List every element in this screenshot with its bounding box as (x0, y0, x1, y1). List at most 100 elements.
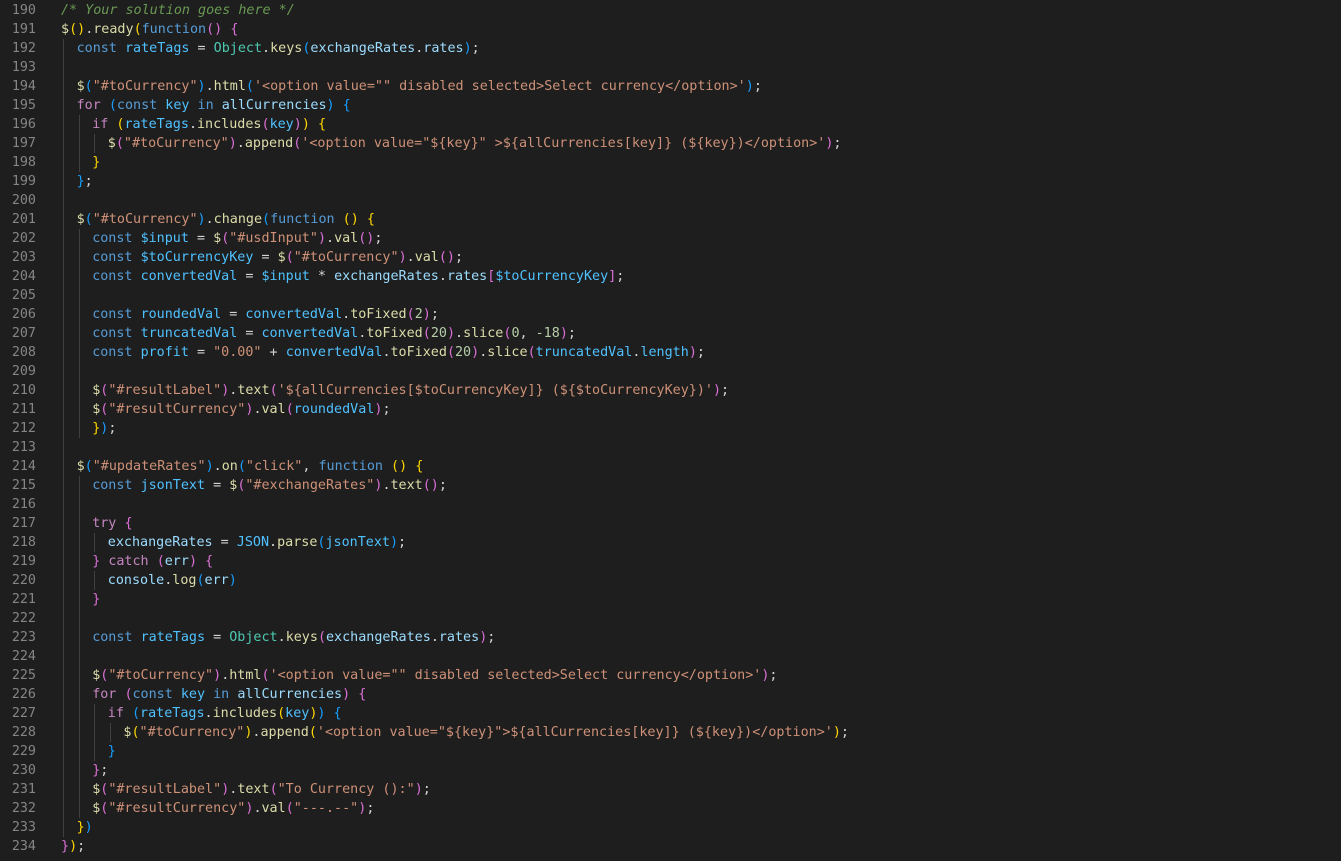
line-code: } catch (err) { (92, 552, 1341, 571)
indent-guide (78, 723, 80, 742)
line-code: const truncatedVal = convertedVal. toFixe… (92, 324, 1341, 343)
code-token: ) (228, 573, 237, 588)
code-token: ( (269, 383, 278, 398)
code-line[interactable]: 226 for (const key in allCurrencies) { (0, 685, 1341, 704)
code-line[interactable]: 211 $("#resultCurrency").val(roundedVal); (0, 400, 1341, 419)
code-line[interactable]: 203 const $toCurrencyKey = $("#toCurrency… (0, 248, 1341, 267)
indent-guide (78, 267, 80, 286)
code-token: allCurrencies (221, 98, 327, 113)
line-code: }); (92, 419, 1341, 438)
code-token: ( (133, 22, 142, 37)
code-token: ) (188, 554, 197, 569)
code-line[interactable]: 199}; (0, 172, 1341, 191)
code-line[interactable]: 222 (0, 609, 1341, 628)
code-token: ( (262, 212, 271, 227)
code-token: ) (205, 459, 214, 474)
line-code: $("#resultCurrency").val(roundedVal); (92, 400, 1341, 419)
code-token: . (205, 212, 214, 227)
code-line[interactable]: 233}) (0, 818, 1341, 837)
code-line[interactable]: 210 $("#resultLabel").text('${allCurrenci… (0, 381, 1341, 400)
code-line[interactable]: 191 $().ready(function() { (0, 20, 1341, 39)
code-line[interactable]: 220 console.log(err) (0, 571, 1341, 590)
code-line[interactable]: 215 const jsonText = $("#exchangeRates").… (0, 476, 1341, 495)
code-line[interactable]: 200 (0, 191, 1341, 210)
code-token: -18 (535, 326, 560, 341)
code-token: exchangeRates (310, 41, 416, 56)
indent-guide (94, 742, 96, 761)
code-line[interactable]: 204 const convertedVal = $input * exchang… (0, 267, 1341, 286)
code-line[interactable]: 219} catch (err) { (0, 552, 1341, 571)
code-line[interactable]: 190 /* Your solution goes here */ (0, 1, 1341, 20)
code-line[interactable]: 216 (0, 495, 1341, 514)
code-line[interactable]: 205 (0, 286, 1341, 305)
code-token: . (253, 402, 262, 417)
code-line[interactable]: 195 for (const key in allCurrencies) { (0, 96, 1341, 115)
code-line[interactable]: 218 exchangeRates = JSON.parse(jsonText); (0, 533, 1341, 552)
code-token: '${allCurrencies[$toCurrencyKey]} (${$to… (277, 383, 713, 398)
line-code: if (rateTags.includes(key)) { (108, 704, 1341, 723)
code-token: key (180, 687, 206, 702)
line-number: 231 (11, 782, 36, 797)
code-token: ( (131, 706, 141, 721)
code-token: $toCurrencyKey (140, 250, 254, 265)
code-line[interactable]: 212}); (0, 419, 1341, 438)
indent-guide (94, 571, 96, 590)
code-token: ( (269, 782, 278, 797)
code-line[interactable]: 217 try { (0, 514, 1341, 533)
line-code: console.log(err) (108, 571, 1341, 590)
code-line[interactable]: 209 (0, 362, 1341, 381)
code-token: = (205, 478, 230, 493)
code-line[interactable]: 192 const rateTags = Object.keys(exchange… (0, 39, 1341, 58)
code-line[interactable]: 197 $("#toCurrency").append('<option valu… (0, 134, 1341, 153)
code-line[interactable]: 201 $("#toCurrency").change(function () { (0, 210, 1341, 229)
code-token: roundedVal (140, 307, 222, 322)
code-token: } (61, 839, 70, 854)
code-line[interactable]: 208 const profit = "0.00" + convertedVal.… (0, 343, 1341, 362)
code-line[interactable]: 225 $("#toCurrency").html('<option value=… (0, 666, 1341, 685)
code-token: profit (140, 345, 189, 360)
line-code: $("#resultLabel").text('${allCurrencies[… (92, 381, 1341, 400)
code-line[interactable]: 232 $("#resultCurrency").val("---.--"); (0, 799, 1341, 818)
indent-guide (63, 229, 64, 248)
code-token: ; (108, 421, 117, 436)
code-token: ( (422, 326, 431, 341)
code-line[interactable]: 228 $("#toCurrency").append('<option valu… (0, 723, 1341, 742)
code-token: exchangeRates (326, 630, 431, 645)
code-token: function (270, 212, 335, 227)
code-line[interactable]: 202 const $input = $("#usdInput").val(); (0, 229, 1341, 248)
code-line[interactable]: 207 const truncatedVal = convertedVal. toF… (0, 324, 1341, 343)
code-line[interactable]: 224 (0, 647, 1341, 666)
line-number: 224 (11, 649, 36, 664)
indent-guide (63, 362, 64, 381)
code-line[interactable]: 230}; (0, 761, 1341, 780)
code-line[interactable]: 193 (0, 58, 1341, 77)
code-line[interactable]: 206 const roundedVal = convertedVal.toFix… (0, 305, 1341, 324)
line-number: 206 (11, 307, 36, 322)
code-line[interactable]: 223 const rateTags = Object.keys(exchange… (0, 628, 1341, 647)
code-line[interactable]: 196 if (rateTags.includes(key)) { (0, 115, 1341, 134)
code-line[interactable]: 227 if (rateTags.includes(key)) { (0, 704, 1341, 723)
code-token: { (333, 706, 342, 721)
code-editor[interactable]: 190/* Your solution goes here */191 $().r… (0, 0, 1341, 861)
code-token: ) (832, 725, 841, 740)
code-line[interactable]: 231 $("#resultLabel").text("To Currency (… (0, 780, 1341, 799)
indent-guide (63, 761, 64, 780)
code-line[interactable]: 213 (0, 438, 1341, 457)
code-line[interactable]: 229} (0, 742, 1341, 761)
code-token: truncatedVal (535, 345, 633, 360)
code-line[interactable]: 214 $("#updateRates").on("click", functio… (0, 457, 1341, 476)
code-line[interactable]: 194 $("#toCurrency").html('<option value=… (0, 77, 1341, 96)
code-line[interactable]: 234}); (0, 837, 1341, 856)
code-line[interactable]: 221} (0, 590, 1341, 609)
code-line[interactable]: 198} (0, 153, 1341, 172)
indent-guide (78, 666, 80, 685)
indent-guide (78, 704, 80, 723)
code-token: ( (124, 687, 133, 702)
line-number: 192 (11, 41, 36, 56)
code-lines[interactable]: 190/* Your solution goes here */191 $().r… (0, 0, 1341, 856)
code-token: ; (84, 174, 93, 189)
